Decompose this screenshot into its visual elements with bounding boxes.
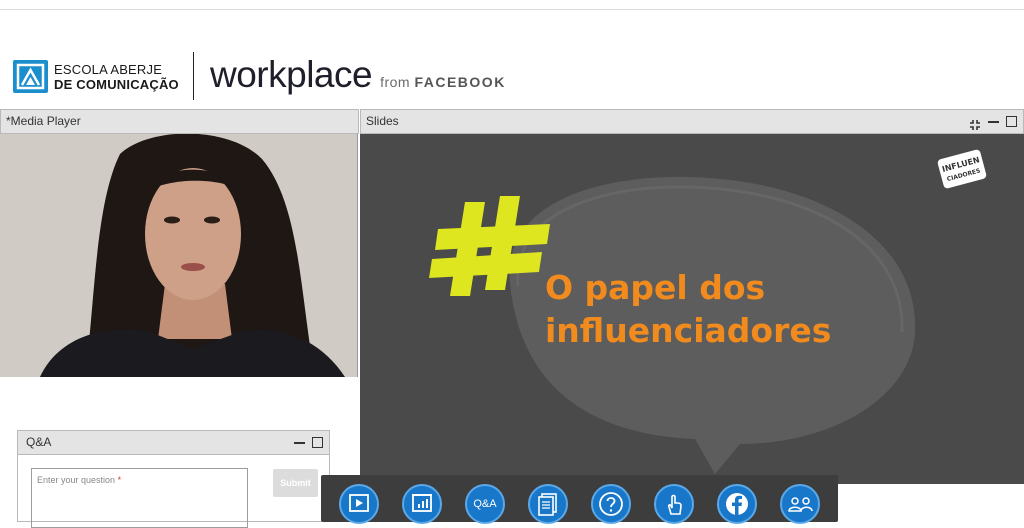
- workplace-from-facebook: from FACEBOOK: [380, 74, 506, 90]
- submit-button[interactable]: Submit: [273, 469, 318, 497]
- interact-button[interactable]: [654, 484, 694, 524]
- qa-panel: Q&A Enter your question * Submit: [17, 430, 330, 528]
- workplace-logo: workplace from FACEBOOK: [210, 54, 506, 96]
- aberje-logo-text: ESCOLA ABERJE DE COMUNICAÇÃO: [54, 62, 179, 92]
- escola-aberje-logo: ESCOLA ABERJE DE COMUNICAÇÃO: [13, 60, 179, 93]
- presentation-icon: [412, 494, 432, 512]
- aberje-logo-icon: [13, 60, 48, 93]
- slides-title: Slides: [366, 114, 399, 128]
- media-player-button[interactable]: [339, 484, 379, 524]
- facebook-icon: [726, 493, 748, 515]
- aberje-line-2: DE COMUNICAÇÃO: [54, 76, 179, 92]
- minimize-icon[interactable]: [294, 441, 305, 444]
- slides-window-controls: [969, 110, 1017, 133]
- presenter-video-frame: [0, 134, 357, 377]
- slide-title-line-2: influenciadores: [545, 311, 831, 350]
- logo-divider: [193, 52, 194, 100]
- question-icon: [599, 492, 623, 516]
- facebook-button[interactable]: [717, 484, 757, 524]
- question-placeholder: Enter your question: [37, 475, 116, 485]
- workplace-wordmark: workplace: [210, 54, 373, 95]
- maximize-icon[interactable]: [312, 437, 323, 448]
- help-button[interactable]: [591, 484, 631, 524]
- maximize-icon[interactable]: [1006, 116, 1017, 127]
- slides-header: Slides: [360, 109, 1024, 134]
- qa-header: Q&A: [18, 431, 329, 455]
- bottom-toolbar: Q&A: [321, 475, 838, 524]
- minimize-icon[interactable]: [988, 120, 999, 123]
- slide-view: O papel dos influenciadores INFLUEN CIAD…: [360, 134, 1024, 484]
- required-mark: *: [117, 475, 122, 485]
- documents-icon: [538, 493, 557, 516]
- resources-button[interactable]: [528, 484, 568, 524]
- fullscreen-icon[interactable]: [969, 116, 981, 130]
- media-player-header: *Media Player: [0, 109, 359, 134]
- question-input[interactable]: Enter your question *: [31, 468, 248, 528]
- aberje-line-1: ESCOLA ABERJE: [54, 61, 163, 77]
- media-player-video[interactable]: [0, 134, 358, 377]
- media-player-title: *Media Player: [6, 114, 81, 128]
- qa-button[interactable]: Q&A: [465, 484, 505, 524]
- people-button[interactable]: [780, 484, 820, 524]
- slide-title-line-1: O papel dos: [545, 268, 765, 307]
- video-icon: [349, 494, 369, 512]
- slide-canvas: O papel dos influenciadores INFLUEN CIAD…: [360, 134, 1024, 484]
- hand-pointer-icon: [667, 494, 682, 515]
- people-icon: [788, 497, 813, 512]
- qa-button-label: Q&A: [473, 498, 497, 510]
- qa-title: Q&A: [26, 435, 52, 449]
- slides-button[interactable]: [402, 484, 442, 524]
- qa-window-controls: [294, 431, 323, 454]
